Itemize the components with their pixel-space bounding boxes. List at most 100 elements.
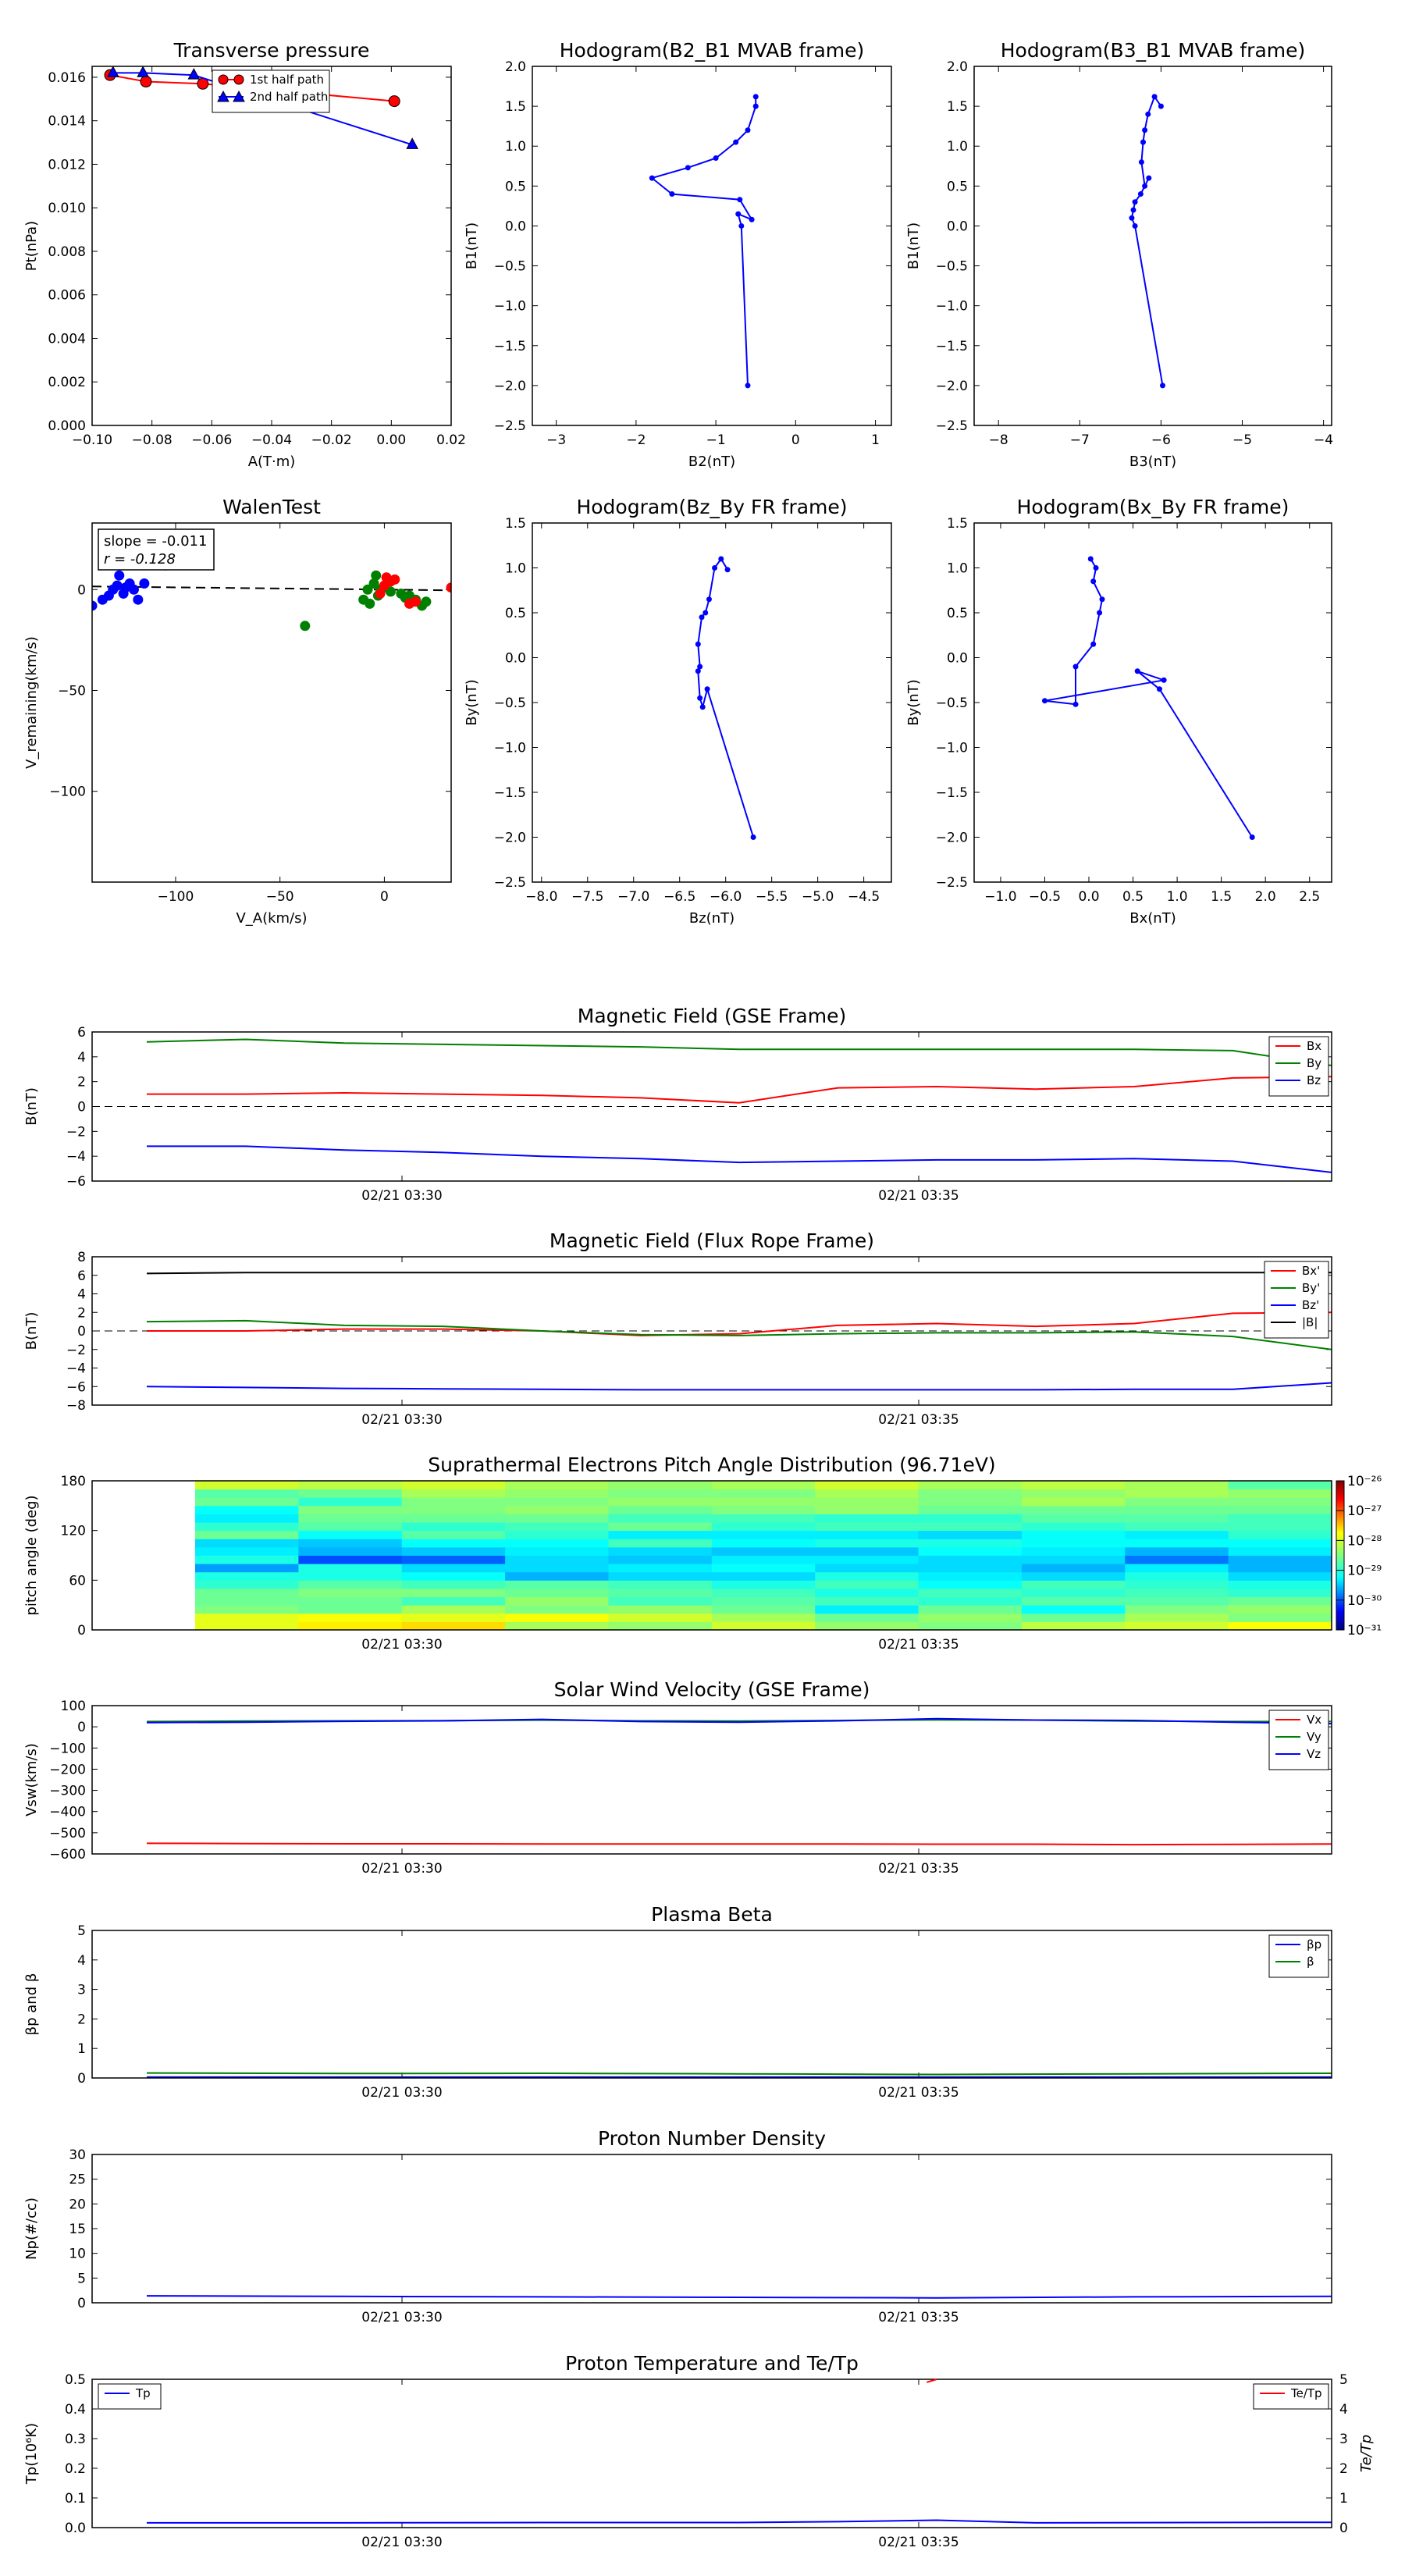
heatmap-cell	[608, 1505, 713, 1514]
heatmap-cell	[298, 1613, 403, 1622]
data-point	[1093, 565, 1099, 571]
series-line-2	[146, 1382, 1332, 1391]
series-line-1	[146, 1319, 1332, 1350]
x-tick-label: 02/21 03:35	[878, 2085, 959, 2101]
series-line-0	[146, 1842, 1332, 1846]
heatmap-cell	[1228, 1621, 1332, 1631]
y2-tick-label: 3	[1339, 2432, 1348, 2447]
heatmap-cell	[815, 1539, 919, 1548]
heatmap-cell	[1125, 1539, 1229, 1548]
chart-panel-11: Proton Number Density 0 5 10 15 20 25 30 02/21 0…	[23, 2127, 1332, 2325]
heatmap-cell	[1125, 1621, 1229, 1631]
heatmap-cell	[505, 1571, 609, 1581]
y-tick-label: 0	[77, 2071, 86, 2087]
data-point	[752, 94, 759, 100]
heatmap-cell	[608, 1596, 713, 1606]
heatmap-cell	[918, 1580, 1023, 1589]
heatmap-cell	[1228, 1530, 1332, 1539]
y-tick-label: −300	[49, 1784, 86, 1799]
data-point	[1041, 698, 1048, 704]
heatmap-cell	[1021, 1564, 1126, 1573]
y-axis-label: B(nT)	[23, 1312, 40, 1350]
x-tick-label: −5.0	[802, 889, 834, 905]
heatmap-cell	[1021, 1497, 1126, 1507]
heatmap-cell	[195, 1514, 299, 1523]
y-tick-label: −2.0	[494, 379, 526, 394]
heatmap-cell	[401, 1580, 506, 1589]
data-point	[685, 165, 691, 171]
heatmap-cell	[505, 1481, 609, 1490]
heatmap-cell	[298, 1580, 403, 1589]
heatmap-cell	[298, 1530, 403, 1539]
x-tick-label: −2	[626, 432, 646, 448]
heatmap-cell	[815, 1522, 919, 1532]
heatmap-cell	[298, 1497, 403, 1507]
series-line-0	[147, 1076, 1332, 1104]
y-tick-label: 15	[69, 2222, 86, 2237]
heatmap-cell	[918, 1489, 1023, 1498]
plot-frame	[91, 1705, 1332, 1855]
plot-content	[92, 1272, 1332, 1391]
plot-content	[146, 2295, 1332, 2299]
data-point	[1249, 834, 1255, 840]
heatmap-cell	[1125, 1546, 1229, 1556]
data-point	[1145, 111, 1151, 117]
y-tick-label: 0.5	[947, 179, 968, 194]
heatmap-cell	[195, 1613, 299, 1622]
colorbar-label: 10⁻³¹	[1347, 1623, 1382, 1638]
data-point	[1087, 556, 1094, 562]
y-axis-label: B1(nT)	[464, 222, 480, 269]
heatmap-cell	[195, 1564, 299, 1573]
x-tick-label: 0	[380, 889, 389, 905]
y-tick-label: −0.5	[936, 696, 968, 711]
heatmap-cell	[401, 1539, 506, 1548]
x-tick-label: −0.04	[251, 432, 292, 448]
heatmap-cell	[1228, 1555, 1332, 1564]
heatmap-cell	[1021, 1588, 1126, 1598]
plot-content	[146, 2072, 1332, 2078]
data-point	[112, 580, 123, 591]
y-tick-label: 120	[61, 1524, 86, 1539]
heatmap-cell	[195, 1588, 299, 1598]
y-tick-label: 1.5	[505, 516, 526, 532]
heatmap-cell	[401, 1613, 506, 1622]
figure: Transverse pressure −0.10 −0.08 −0.06 −0.04 −…	[23, 39, 1382, 2550]
heatmap-cell	[1125, 1497, 1229, 1507]
legend-label: |B|	[1302, 1315, 1318, 1329]
x-tick-label: 2.0	[1255, 889, 1276, 905]
data-point	[365, 598, 375, 609]
x-tick-label: 02/21 03:30	[361, 1861, 442, 1877]
chart-title: WalenTest	[222, 496, 321, 518]
y-tick-label: 0.0	[65, 2521, 86, 2536]
y-tick-label: −6	[66, 1174, 86, 1190]
plot-frame	[91, 66, 452, 426]
x-tick-label: 02/21 03:30	[361, 2310, 442, 2325]
y-tick-label: 0.3	[65, 2432, 86, 2447]
x-axis-label: Bz(nT)	[689, 910, 735, 927]
heatmap-cell	[195, 1571, 299, 1581]
heatmap-cell	[711, 1555, 816, 1564]
legend-label: Vz	[1307, 1747, 1321, 1761]
data-point	[713, 155, 719, 162]
y-tick-label: 2	[77, 1075, 86, 1091]
y-tick-label: 0	[77, 1720, 86, 1735]
series-line-0	[650, 96, 757, 386]
chart-title: Hodogram(B3_B1 MVAB frame)	[1001, 39, 1306, 62]
y-tick-label: 1.0	[947, 139, 968, 155]
heatmap-cell	[505, 1555, 609, 1564]
colorbar-label: 10⁻³⁰	[1347, 1593, 1382, 1609]
y-axis-label: Np(#/cc)	[23, 2197, 40, 2260]
y-tick-label: 60	[69, 1573, 86, 1589]
heatmap-cell	[711, 1596, 816, 1606]
plot-content	[146, 1717, 1332, 1846]
x-axis-label: B2(nT)	[688, 454, 735, 470]
y-tick-label: −1.0	[494, 741, 526, 756]
y-tick-label: −4	[66, 1149, 86, 1165]
legend-label: Tp	[135, 2386, 151, 2400]
x-axis-label: Bx(nT)	[1129, 910, 1176, 927]
x-tick-label: −8	[989, 432, 1008, 448]
heatmap-cell	[815, 1621, 919, 1631]
correlation-annotation: r = -0.128	[104, 551, 176, 568]
x-axis-label: A(T·m)	[248, 454, 296, 470]
y-tick-label: 0.5	[505, 606, 526, 621]
